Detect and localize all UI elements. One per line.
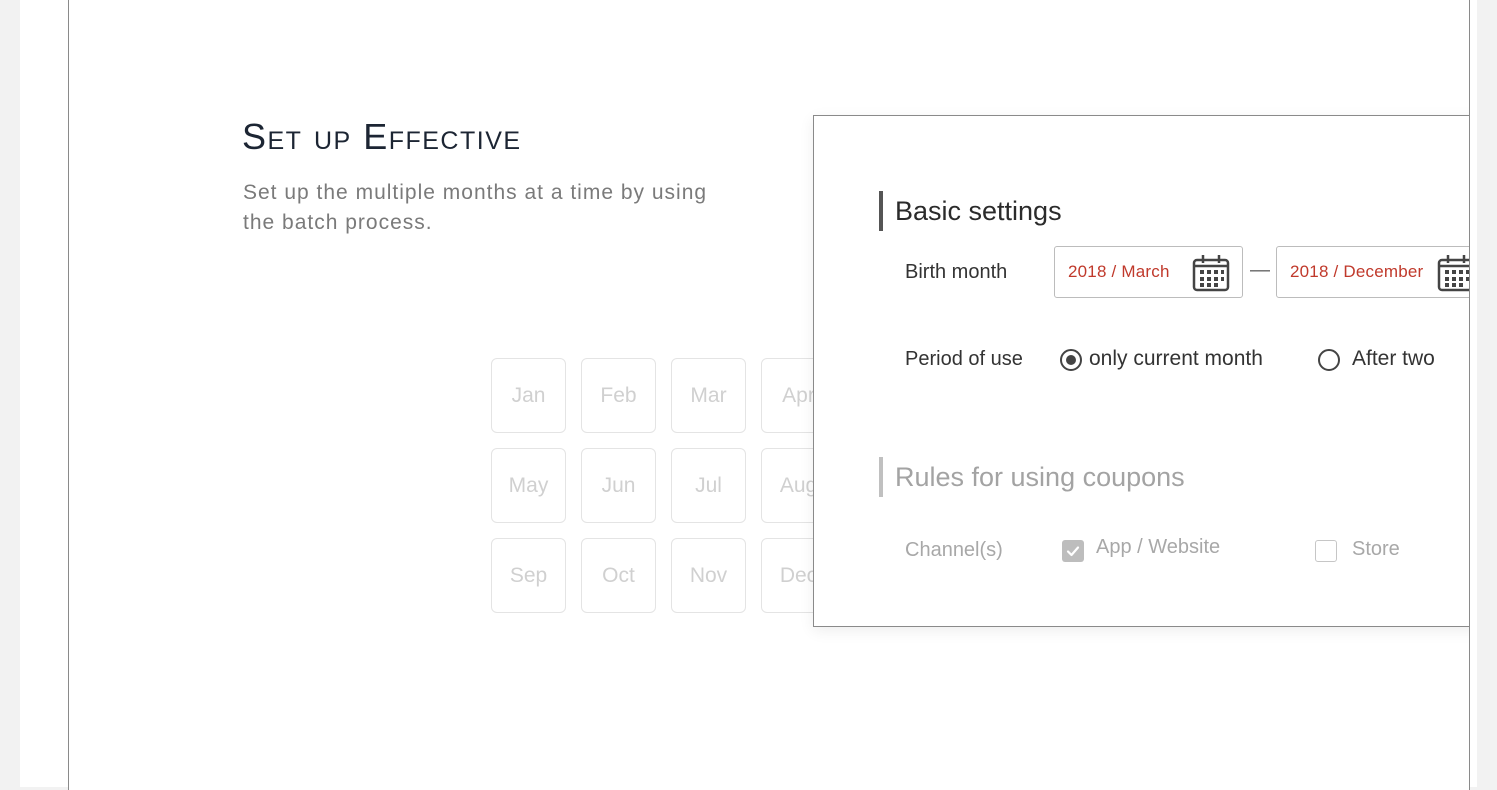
- channels-label: Channel(s): [905, 539, 1003, 561]
- month-grid: Jan Feb Mar Apr May Jun Jul Aug Sep Oct …: [491, 358, 836, 613]
- birth-month-to-value: 2018 / December: [1290, 262, 1424, 281]
- period-current-month-radio[interactable]: [1060, 349, 1082, 371]
- month-tile-jun[interactable]: Jun: [581, 448, 656, 523]
- calendar-icon[interactable]: [1437, 254, 1470, 292]
- month-tile-feb[interactable]: Feb: [581, 358, 656, 433]
- page-description: Set up the multiple months at a time by …: [243, 181, 708, 234]
- channel-store-label[interactable]: Store: [1352, 538, 1400, 561]
- period-of-use-label: Period of use: [905, 348, 1023, 370]
- birth-month-from-value: 2018 / March: [1068, 262, 1170, 281]
- calendar-icon[interactable]: [1192, 254, 1230, 292]
- basic-settings-heading: Basic settings: [879, 191, 1062, 231]
- channel-store-checkbox[interactable]: [1315, 540, 1337, 562]
- page-title: Set up Effective: [242, 116, 522, 157]
- coupon-rules-heading: Rules for using coupons: [879, 457, 1185, 497]
- period-after-two-radio[interactable]: [1318, 349, 1340, 371]
- birth-month-label: Birth month: [905, 261, 1008, 283]
- month-tile-nov[interactable]: Nov: [671, 538, 746, 613]
- page-sheet: Set up Effective Set up the multiple mon…: [20, 0, 1477, 790]
- channel-app-website-checkbox[interactable]: [1062, 540, 1084, 562]
- date-range-separator: —: [1250, 259, 1270, 281]
- checkmark-icon: [1066, 546, 1080, 557]
- month-tile-jul[interactable]: Jul: [671, 448, 746, 523]
- content-frame: Set up Effective Set up the multiple mon…: [68, 0, 1470, 790]
- month-tile-mar[interactable]: Mar: [671, 358, 746, 433]
- birth-month-to-picker[interactable]: 2018 / December: [1276, 246, 1470, 298]
- month-tile-jan[interactable]: Jan: [491, 358, 566, 433]
- channel-app-website-label[interactable]: App / Website: [1096, 536, 1220, 559]
- month-tile-oct[interactable]: Oct: [581, 538, 656, 613]
- birth-month-from-picker[interactable]: 2018 / March: [1054, 246, 1243, 298]
- settings-panel: Basic settings Birth month 2018 / March: [813, 115, 1470, 627]
- month-tile-may[interactable]: May: [491, 448, 566, 523]
- period-current-month-label[interactable]: only current month: [1089, 347, 1263, 371]
- period-after-two-label[interactable]: After two: [1352, 347, 1435, 371]
- month-tile-sep[interactable]: Sep: [491, 538, 566, 613]
